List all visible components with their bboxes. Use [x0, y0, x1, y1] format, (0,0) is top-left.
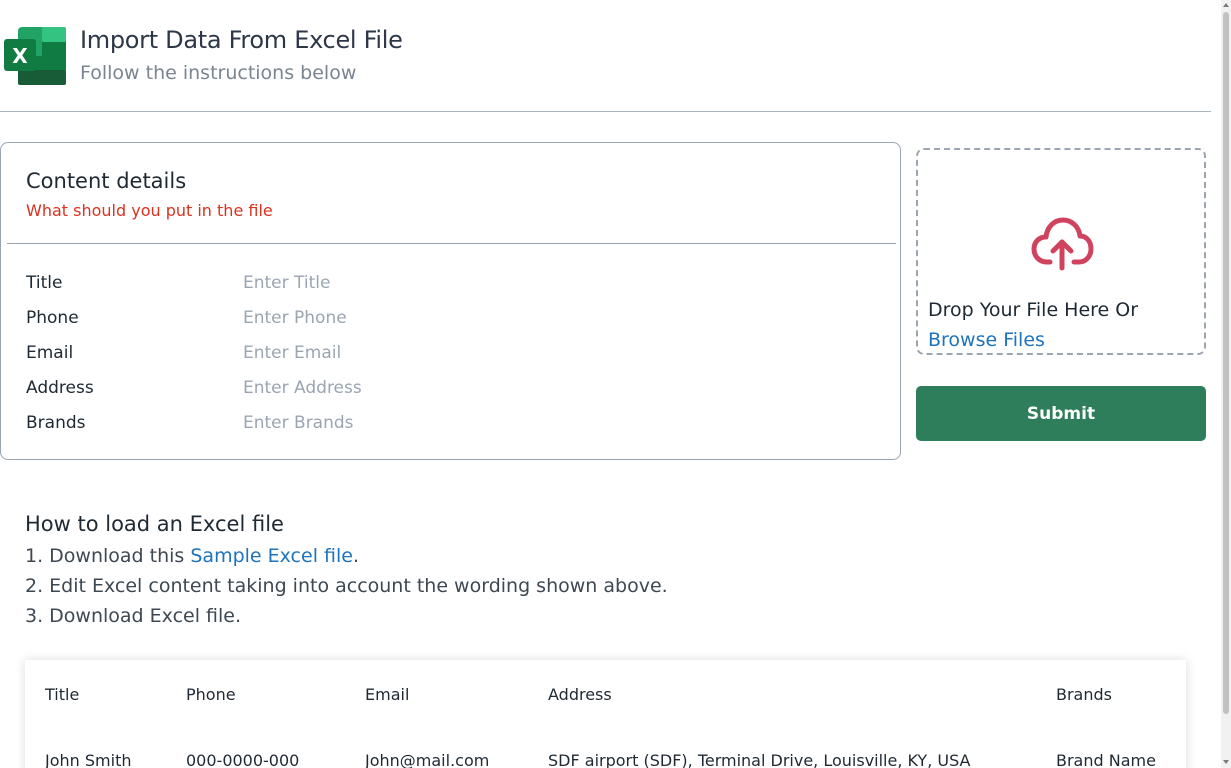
title-input[interactable] — [243, 271, 663, 295]
field-label-address: Address — [26, 378, 94, 398]
table-header-phone: Phone — [186, 685, 236, 704]
submit-button[interactable]: Submit — [916, 386, 1206, 441]
table-header-email: Email — [365, 685, 410, 704]
content-details-subtitle: What should you put in the file — [26, 201, 273, 220]
field-label-title: Title — [26, 273, 63, 293]
address-input[interactable] — [243, 376, 663, 400]
howto-step-1: 1. Download this Sample Excel file. — [25, 545, 359, 567]
table-cell: SDF airport (SDF), Terminal Drive, Louis… — [548, 751, 971, 768]
table-header-title: Title — [45, 685, 80, 704]
phone-input[interactable] — [243, 306, 663, 330]
scrollbar-thumb[interactable] — [1223, 12, 1229, 714]
scroll-down-arrow-icon[interactable] — [1223, 760, 1229, 764]
howto-step-3: 3. Download Excel file. — [25, 605, 241, 627]
field-row-phone: Phone — [26, 306, 866, 330]
field-row-brands: Brands — [26, 411, 866, 435]
vertical-scrollbar[interactable] — [1221, 0, 1231, 768]
table-cell: John@mail.com — [365, 751, 490, 768]
sample-excel-link[interactable]: Sample Excel file — [190, 545, 353, 567]
step1-prefix: 1. Download this — [25, 545, 191, 567]
sample-table: Title Phone Email Address Brands John Sm… — [25, 660, 1186, 768]
field-row-email: Email — [26, 341, 866, 365]
card-divider — [7, 243, 896, 244]
table-header-brands: Brands — [1056, 685, 1112, 704]
scroll-up-arrow-icon[interactable] — [1223, 3, 1229, 7]
table-cell: John Smith — [45, 751, 132, 768]
field-row-title: Title — [26, 271, 866, 295]
browse-files-link[interactable]: Browse Files — [928, 329, 1045, 351]
cloud-upload-icon — [1031, 217, 1094, 271]
step1-suffix: . — [352, 545, 359, 567]
content-details-title: Content details — [26, 169, 187, 193]
field-label-phone: Phone — [26, 308, 79, 328]
page-title: Import Data From Excel File — [80, 26, 403, 54]
email-input[interactable] — [243, 341, 663, 365]
brands-input[interactable] — [243, 411, 663, 435]
table-header-address: Address — [548, 685, 612, 704]
file-dropzone[interactable]: Drop Your File Here Or Browse Files — [916, 148, 1206, 355]
howto-title: How to load an Excel file — [25, 512, 284, 536]
field-label-email: Email — [26, 343, 74, 363]
table-cell: 000-0000-000 — [186, 751, 300, 768]
field-row-address: Address — [26, 376, 866, 400]
content-details-card: Content details What should you put in t… — [0, 142, 901, 460]
page-header: X Import Data From Excel File Follow the… — [0, 0, 1211, 112]
drop-file-text: Drop Your File Here Or — [928, 299, 1139, 321]
field-label-brands: Brands — [26, 413, 86, 433]
excel-icon: X — [4, 27, 66, 85]
excel-logo-letter: X — [12, 44, 28, 68]
table-cell: Brand Name — [1056, 751, 1156, 768]
howto-step-2: 2. Edit Excel content taking into accoun… — [25, 575, 668, 597]
page-subtitle: Follow the instructions below — [80, 62, 357, 84]
